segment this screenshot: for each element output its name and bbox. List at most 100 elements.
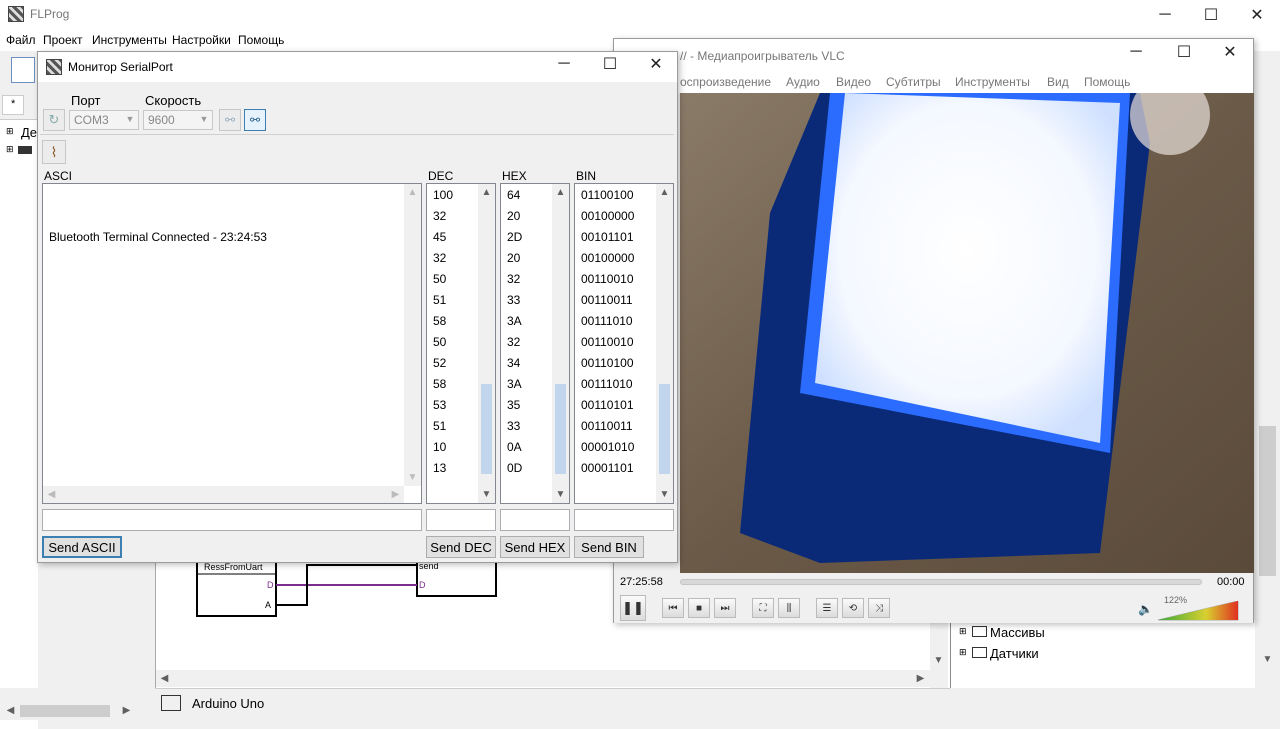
ascii-vscrollbar[interactable]: ▲ ▼ xyxy=(404,184,421,486)
menu-help[interactable]: Помощь xyxy=(238,33,284,47)
scroll-down-icon[interactable]: ▼ xyxy=(930,652,947,669)
main-maximize-button[interactable]: ☐ xyxy=(1188,0,1234,29)
hex-row[interactable]: 3A xyxy=(507,314,522,328)
volume-slider[interactable] xyxy=(1158,601,1240,621)
scroll-down-icon[interactable]: ▼ xyxy=(404,469,421,486)
ascii-hscrollbar[interactable]: ◀ ▶ xyxy=(43,486,404,503)
scroll-left-icon[interactable]: ◀ xyxy=(2,702,19,719)
hex-row[interactable]: 33 xyxy=(507,419,520,433)
dec-row[interactable]: 32 xyxy=(433,251,446,265)
playlist-button[interactable]: ☰ xyxy=(816,598,838,618)
vlc-menu-view[interactable]: Вид xyxy=(1047,75,1069,89)
vlc-menu-subtitles[interactable]: Субтитры xyxy=(886,75,941,89)
vlc-maximize-button[interactable]: ☐ xyxy=(1161,39,1207,65)
menu-tools[interactable]: Инструменты xyxy=(92,33,167,47)
hex-row[interactable]: 34 xyxy=(507,356,520,370)
send-hex-button[interactable]: Send HEX xyxy=(500,536,570,558)
hex-row[interactable]: 32 xyxy=(507,272,520,286)
hex-row[interactable]: 2D xyxy=(507,230,522,244)
serial-maximize-button[interactable]: ☐ xyxy=(587,52,633,76)
scroll-down-icon[interactable]: ▼ xyxy=(478,486,495,503)
scroll-left-icon[interactable]: ◀ xyxy=(156,670,173,687)
main-minimize-button[interactable]: ─ xyxy=(1142,0,1188,29)
bin-row[interactable]: 00110011 xyxy=(581,293,633,307)
hex-output[interactable]: ▲ ▼ 64 20 2D 20 32 33 3A 32 34 3A 35 33 0A 0D xyxy=(500,183,570,504)
scroll-thumb[interactable] xyxy=(1259,426,1276,576)
bin-row[interactable]: 00110101 xyxy=(581,398,634,412)
scroll-thumb[interactable] xyxy=(555,384,566,474)
menu-settings[interactable]: Настройки xyxy=(172,33,231,47)
shuffle-button[interactable]: ⤨ xyxy=(868,598,890,618)
hex-row[interactable]: 32 xyxy=(507,335,520,349)
bin-output[interactable]: ▲ ▼ 01100100 00100000 00101101 00100000 0011… xyxy=(574,183,674,504)
scroll-up-icon[interactable]: ▲ xyxy=(404,184,421,201)
scroll-right-icon[interactable]: ▶ xyxy=(118,702,135,719)
scroll-down-icon[interactable]: ▼ xyxy=(1259,651,1276,668)
send-ascii-button[interactable]: Send ASCII xyxy=(42,536,122,558)
stop-button[interactable]: ■ xyxy=(688,598,710,618)
ascii-send-input[interactable] xyxy=(42,509,422,531)
bin-vscrollbar[interactable]: ▲ ▼ xyxy=(656,184,673,503)
scroll-right-icon[interactable]: ▶ xyxy=(387,486,404,503)
clear-button[interactable]: ⌇ xyxy=(42,140,66,164)
tab-project[interactable]: * xyxy=(2,95,24,115)
right-vscrollbar[interactable]: ▼ xyxy=(1255,51,1280,688)
left-hscrollbar[interactable]: ◀ ▶ xyxy=(0,688,155,720)
scroll-up-icon[interactable]: ▲ xyxy=(656,184,673,201)
serial-minimize-button[interactable]: ─ xyxy=(541,52,587,76)
scroll-down-icon[interactable]: ▼ xyxy=(552,486,569,503)
tree-item-partial[interactable]: Де xyxy=(21,125,37,140)
bin-row[interactable]: 00111010 xyxy=(581,314,633,328)
next-button[interactable]: ⏭ xyxy=(714,598,736,618)
connect-button[interactable]: ⚯ xyxy=(244,109,266,131)
pause-button[interactable]: ❚❚ xyxy=(620,595,646,621)
vlc-menu-tools[interactable]: Инструменты xyxy=(955,75,1030,89)
hex-row[interactable]: 64 xyxy=(507,188,520,202)
disconnect-button[interactable]: ⚯ xyxy=(219,109,241,131)
vlc-close-button[interactable]: ✕ xyxy=(1207,39,1253,65)
tree-item-arrays[interactable]: Массивы xyxy=(990,625,1045,640)
dec-vscrollbar[interactable]: ▲ ▼ xyxy=(478,184,495,503)
extended-settings-button[interactable]: ⫼ xyxy=(778,598,800,618)
bin-row[interactable]: 00110100 xyxy=(581,356,634,370)
scroll-down-icon[interactable]: ▼ xyxy=(656,486,673,503)
dec-output[interactable]: ▲ ▼ 100 32 45 32 50 51 58 50 52 58 53 51 10 13 xyxy=(426,183,496,504)
tree-vscrollbar[interactable]: ▼ xyxy=(930,620,948,688)
hex-row[interactable]: 33 xyxy=(507,293,520,307)
bin-row[interactable]: 00110011 xyxy=(581,419,633,433)
new-file-icon[interactable] xyxy=(11,57,35,83)
dec-row[interactable]: 50 xyxy=(433,335,446,349)
menu-file[interactable]: Файл xyxy=(6,33,36,47)
bin-row[interactable]: 00001101 xyxy=(581,461,634,475)
expand-icon[interactable]: ⊞ xyxy=(959,647,967,658)
dec-row[interactable]: 13 xyxy=(433,461,446,475)
hex-row[interactable]: 3A xyxy=(507,377,522,391)
serial-close-button[interactable]: ✕ xyxy=(633,52,679,76)
dec-row[interactable]: 58 xyxy=(433,314,446,328)
speaker-icon[interactable]: 🔈 xyxy=(1138,602,1153,616)
dec-row[interactable]: 58 xyxy=(433,377,446,391)
dec-row[interactable]: 32 xyxy=(433,209,446,223)
dec-row[interactable]: 51 xyxy=(433,419,446,433)
main-close-button[interactable]: ✕ xyxy=(1234,0,1280,29)
bin-row[interactable]: 00111010 xyxy=(581,377,633,391)
ascii-output[interactable]: Bluetooth Terminal Connected - 23:24:53 … xyxy=(42,183,422,504)
scroll-right-icon[interactable]: ▶ xyxy=(912,670,929,687)
port-select[interactable]: COM3 ▼ xyxy=(69,110,139,130)
menu-project[interactable]: Проект xyxy=(43,33,83,47)
vlc-menu-video[interactable]: Видео xyxy=(836,75,871,89)
fullscreen-button[interactable]: ⛶ xyxy=(752,598,774,618)
scroll-thumb[interactable] xyxy=(481,384,492,474)
dec-row[interactable]: 51 xyxy=(433,293,446,307)
hex-row[interactable]: 20 xyxy=(507,251,520,265)
vlc-minimize-button[interactable]: ─ xyxy=(1113,39,1159,65)
vlc-menu-playback[interactable]: оспроизведение xyxy=(680,75,771,89)
video-frame[interactable] xyxy=(680,93,1254,573)
bin-row[interactable]: 00110010 xyxy=(581,335,634,349)
send-bin-button[interactable]: Send BIN xyxy=(574,536,644,558)
dec-row[interactable]: 45 xyxy=(433,230,446,244)
expand-icon[interactable]: ⊞ xyxy=(6,126,14,137)
bin-row[interactable]: 01100100 xyxy=(581,188,634,202)
hex-send-input[interactable] xyxy=(500,509,570,531)
previous-button[interactable]: ⏮ xyxy=(662,598,684,618)
